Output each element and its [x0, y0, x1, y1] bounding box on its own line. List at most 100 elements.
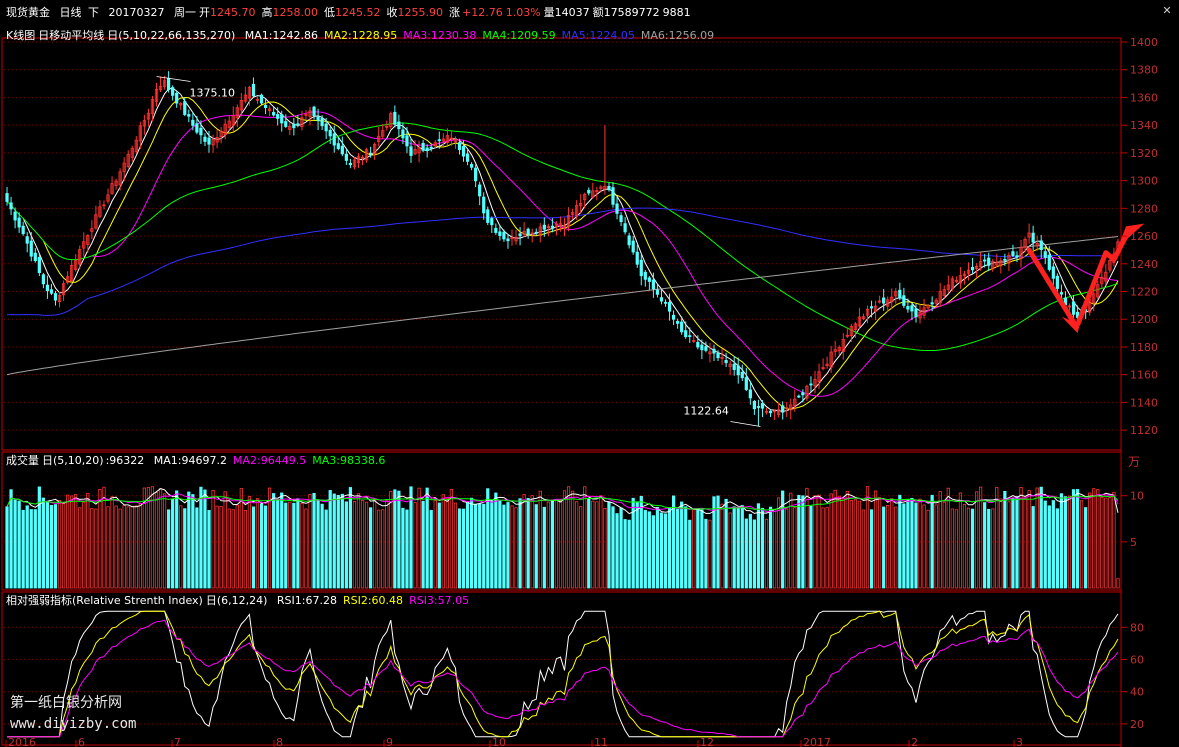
- x-tick-label: 3: [1016, 736, 1023, 747]
- volume-bar: [1067, 495, 1072, 589]
- volume-bar: [66, 494, 70, 589]
- volume-bar: [740, 505, 744, 589]
- candle: [518, 227, 522, 246]
- candle: [126, 150, 130, 169]
- price-tick-label: 1400: [1130, 36, 1158, 49]
- rsi-panel-frame: [1, 591, 1122, 746]
- volume-bar: [272, 493, 276, 589]
- volume-bar: [1108, 497, 1112, 589]
- price-tick-label: 1260: [1130, 230, 1158, 243]
- rsi-line-3: [7, 619, 1119, 738]
- candle: [373, 142, 377, 160]
- volume-bar: [853, 499, 858, 589]
- candle-body: [284, 121, 288, 127]
- volume-bar: [720, 503, 724, 589]
- candle: [167, 71, 171, 93]
- volume-bar: [70, 495, 74, 589]
- candle-body: [639, 259, 643, 277]
- volume-bar: [263, 505, 268, 589]
- volume-bar: [813, 495, 817, 589]
- volume-bar: [991, 508, 995, 589]
- volume-bar: [494, 492, 498, 589]
- volume-bar: [1075, 489, 1080, 589]
- volume-bar: [175, 490, 179, 589]
- candle: [712, 344, 716, 362]
- candle-body: [781, 405, 785, 413]
- volume-bar: [643, 509, 647, 589]
- candle-body: [203, 136, 207, 142]
- low-label: 低: [324, 6, 335, 19]
- candle: [756, 399, 761, 427]
- volume-bar: [356, 493, 361, 589]
- volume-bar: [704, 518, 708, 589]
- volume-bar: [247, 496, 252, 589]
- volume-bar: [300, 503, 304, 589]
- candle: [340, 136, 344, 157]
- candle-body: [914, 308, 918, 318]
- volume-bar: [368, 507, 373, 589]
- candle: [243, 86, 247, 104]
- volume-bar: [1019, 487, 1023, 589]
- volume-bar: [805, 487, 809, 589]
- candle: [603, 125, 607, 195]
- volume-bar: [1104, 497, 1108, 589]
- annotation-leader: [730, 421, 761, 427]
- volume-bar: [377, 509, 381, 589]
- rsi-params: 日(6,12,24): [205, 594, 268, 607]
- candle: [1051, 262, 1055, 285]
- volume-bar: [833, 489, 837, 589]
- candle-body: [801, 392, 805, 396]
- candle-body: [1003, 258, 1007, 261]
- candle: [736, 357, 740, 384]
- candle: [797, 394, 801, 398]
- candle-body: [902, 295, 906, 306]
- candle: [469, 162, 474, 171]
- volume-label: 量: [543, 6, 555, 19]
- candle-body: [906, 306, 910, 310]
- rsi-tick-label: 20: [1130, 718, 1144, 731]
- candle-body: [587, 189, 591, 194]
- candle-body: [13, 211, 17, 221]
- amount-label: 额: [592, 6, 604, 19]
- candle: [482, 192, 486, 220]
- volume-bar: [1088, 492, 1092, 589]
- candle-body: [368, 152, 373, 155]
- close-x-icon[interactable]: ✕: [1161, 5, 1173, 17]
- candle: [966, 262, 971, 281]
- volume-panel-title: 成交量: [6, 454, 39, 467]
- candle-body: [550, 225, 555, 228]
- volume-bar: [74, 494, 78, 589]
- volume-bar: [207, 510, 211, 589]
- candle: [61, 280, 66, 302]
- candle: [813, 370, 817, 394]
- volume-bar: [700, 509, 704, 589]
- volume-bar: [1051, 500, 1055, 589]
- volume-bar: [413, 502, 417, 589]
- volume-bar: [1059, 493, 1064, 589]
- volume-bar: [1096, 489, 1100, 589]
- candle-body: [756, 406, 761, 408]
- candle-body: [465, 153, 470, 162]
- down-arrow-stroke: [1026, 247, 1077, 325]
- volume-bar: [474, 503, 478, 589]
- candle-body: [469, 164, 474, 168]
- volume-bar: [243, 510, 247, 589]
- candle: [534, 228, 538, 236]
- volume-bar: [558, 500, 563, 589]
- candle-body: [643, 271, 647, 280]
- candle-body: [1043, 251, 1047, 258]
- candle-body: [292, 123, 296, 129]
- volume-bar: [316, 499, 320, 589]
- price-legend: K线图 日移动平均线 日(5,10,22,66,135,270) MA1:1242.…: [6, 29, 726, 42]
- candle-body: [167, 77, 171, 90]
- volume-bar: [441, 494, 445, 589]
- candle-body: [316, 116, 320, 121]
- candle-body: [797, 395, 801, 398]
- volume-bar: [942, 501, 946, 589]
- volume-bar: [974, 491, 979, 589]
- volume-bar: [1035, 487, 1039, 589]
- ma-line-ma1: [22, 87, 1119, 412]
- volume-bar: [752, 519, 757, 589]
- volume-bar: [385, 499, 389, 589]
- volume-bar: [837, 495, 841, 589]
